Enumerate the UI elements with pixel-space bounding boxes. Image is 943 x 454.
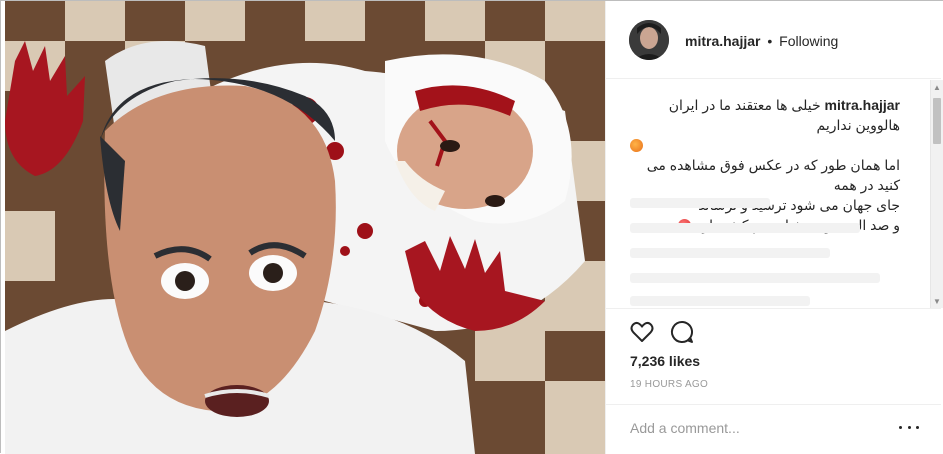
- scroll-up-arrow-icon[interactable]: ▲: [931, 80, 943, 94]
- heart-icon: [630, 321, 654, 342]
- post-timestamp[interactable]: 19 HOURS AGO: [630, 379, 708, 390]
- post-actions: 7,236 likes 19 HOURS AGO: [606, 308, 941, 404]
- comment-bubble-icon: [670, 320, 694, 343]
- header-separator: •: [767, 33, 773, 49]
- header-text: mitra.hajjar • Following: [685, 32, 838, 50]
- avatar-image: [629, 20, 669, 60]
- comments-area: mitra.hajjar خیلی ها معتقند ما در ایران …: [606, 80, 941, 308]
- more-dot-icon: [899, 425, 902, 429]
- blurred-comment-5: [630, 296, 810, 306]
- more-dot-icon: [916, 425, 919, 429]
- add-comment-input[interactable]: [630, 417, 880, 439]
- instagram-post-window: mitra.hajjar • Following mitra.hajjar خی…: [0, 0, 943, 454]
- post-header: mitra.hajjar • Following: [606, 1, 941, 79]
- more-options-button[interactable]: [899, 419, 919, 435]
- scroll-down-arrow-icon[interactable]: ▼: [931, 294, 943, 308]
- caption-text-2: اما همان طور که در عکس فوق مشاهده می کنی…: [646, 157, 900, 193]
- scrollbar-thumb[interactable]: [933, 98, 941, 144]
- following-button[interactable]: Following: [779, 33, 838, 49]
- caption-username-link[interactable]: mitra.hajjar: [825, 97, 900, 113]
- pumpkin-emoji-icon: [630, 139, 643, 152]
- caption-emoji-line: [630, 135, 900, 155]
- blurred-comment-2: [630, 223, 860, 233]
- post-photo[interactable]: [5, 1, 605, 454]
- add-comment-bar: [606, 404, 941, 454]
- comments-scrollbar[interactable]: ▲ ▼: [930, 80, 943, 308]
- blurred-comment-3: [630, 248, 830, 258]
- like-button[interactable]: [629, 319, 655, 345]
- post-side-panel: mitra.hajjar • Following mitra.hajjar خی…: [605, 1, 943, 454]
- likes-count[interactable]: 7,236 likes: [630, 353, 700, 369]
- author-avatar[interactable]: [629, 20, 669, 60]
- blurred-comment-1: [630, 198, 770, 208]
- author-username-link[interactable]: mitra.hajjar: [685, 33, 760, 49]
- post-photo-image: [5, 1, 605, 454]
- comment-button[interactable]: [669, 319, 695, 345]
- post-caption: mitra.hajjar خیلی ها معتقند ما در ایران …: [630, 95, 900, 235]
- caption-line-1: mitra.hajjar خیلی ها معتقند ما در ایران …: [630, 95, 900, 135]
- more-dot-icon: [907, 425, 911, 429]
- blurred-comment-4: [630, 273, 880, 283]
